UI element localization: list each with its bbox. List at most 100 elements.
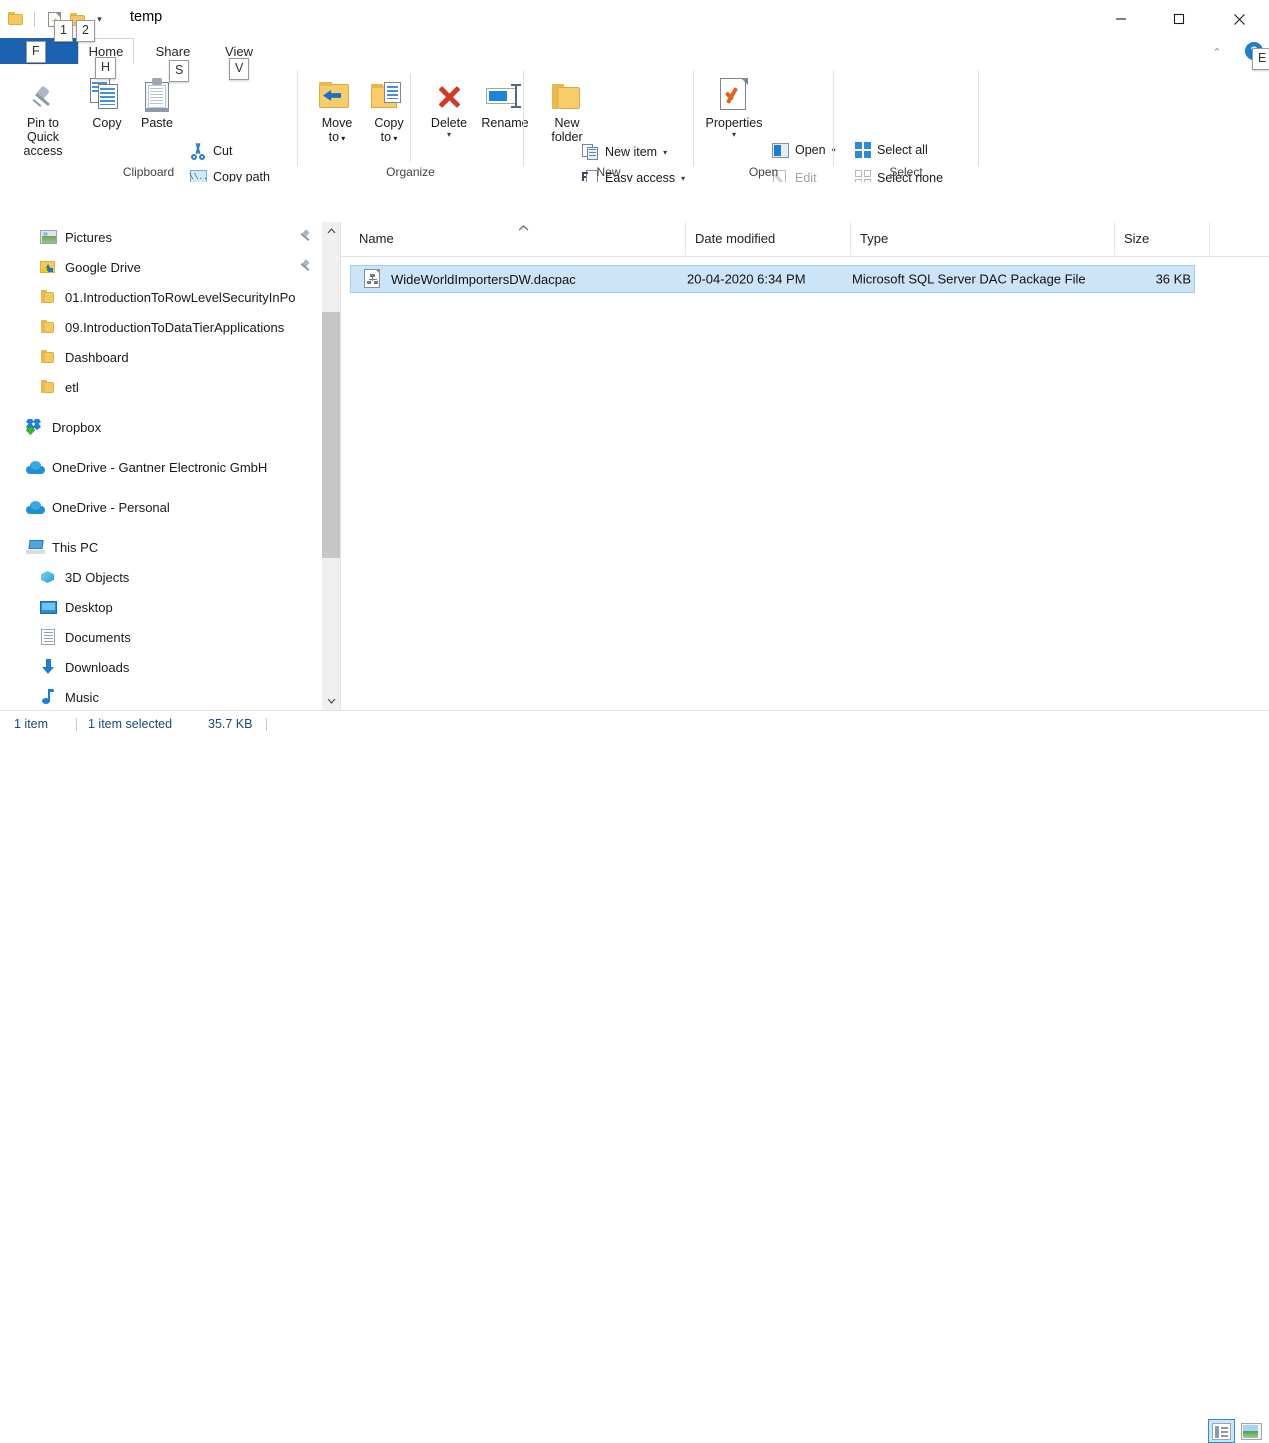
large-icons-view-button[interactable] bbox=[1238, 1419, 1265, 1443]
desktop-icon bbox=[38, 597, 58, 617]
new-item-button[interactable]: New item ▾ bbox=[582, 139, 667, 165]
sidebar-item-desktop[interactable]: Desktop bbox=[0, 592, 322, 622]
file-explorer-window: ▾ temp 1 2 Home Share View ⌃ ? F H S V E bbox=[0, 0, 1269, 1443]
close-button[interactable] bbox=[1216, 0, 1262, 38]
group-label-new: New bbox=[596, 165, 621, 179]
new-folder-button[interactable]: New folder bbox=[536, 72, 598, 144]
keytip-qat-1: 1 bbox=[54, 20, 73, 42]
maximize-button[interactable] bbox=[1156, 0, 1202, 38]
ribbon-group-open: Properties ▾ Open ▾ Edit History Open bbox=[694, 64, 836, 213]
column-header-size[interactable]: Size bbox=[1115, 222, 1210, 255]
scissors-icon bbox=[190, 143, 207, 160]
scroll-up-icon[interactable] bbox=[322, 222, 340, 240]
sidebar-item-pictures[interactable]: Pictures bbox=[0, 222, 322, 252]
copy-label: Copy bbox=[92, 116, 122, 130]
minimize-button[interactable] bbox=[1098, 0, 1144, 38]
sidebar-label-onedrive-business: OneDrive - Gantner Electronic GmbH bbox=[52, 459, 268, 475]
copy-to-label-line1: Copy bbox=[374, 116, 404, 130]
onedrive-icon bbox=[25, 457, 45, 477]
group-label-select: Select bbox=[889, 165, 923, 179]
sidebar-item-dropbox[interactable]: Dropbox bbox=[0, 412, 322, 442]
group-divider-5 bbox=[978, 70, 979, 166]
new-folder-label-line1: New bbox=[554, 116, 580, 130]
status-separator-2 bbox=[266, 718, 267, 731]
column-header-row: Name Date modified Type Size bbox=[341, 222, 1269, 257]
sidebar-item-intro-rls[interactable]: 01.IntroductionToRowLevelSecurityInPo bbox=[0, 282, 322, 312]
pin-label-line2: access bbox=[23, 144, 63, 158]
file-date-modified: 20-04-2020 6:34 PM bbox=[687, 271, 806, 287]
select-all-button[interactable]: Select all bbox=[854, 137, 928, 163]
new-item-label: New item bbox=[605, 145, 658, 159]
dropbox-icon bbox=[25, 417, 45, 437]
status-separator-1 bbox=[76, 718, 77, 731]
table-row[interactable]: WideWorldImportersDW.dacpac 20-04-2020 6… bbox=[350, 265, 1195, 293]
navigation-pane[interactable]: Pictures Google Drive 01.IntroductionToR… bbox=[0, 222, 322, 710]
sidebar-item-onedrive-personal[interactable]: OneDrive - Personal bbox=[0, 492, 322, 522]
properties-icon bbox=[717, 72, 751, 112]
copy-to-label-line2: to bbox=[380, 130, 392, 144]
keytip-view-tab: V bbox=[229, 58, 250, 80]
status-selection-size: 35.7 KB bbox=[208, 717, 253, 731]
ribbon-group-select: Select all Select none Invert selection … bbox=[834, 64, 978, 213]
open-button[interactable]: Open ▾ bbox=[772, 137, 836, 163]
pin-label-line1: Pin to Quick bbox=[27, 116, 59, 144]
new-item-caret[interactable]: ▾ bbox=[663, 148, 667, 157]
address-bar-row: › This PC › Local Disk (C:) › temp Searc… bbox=[0, 182, 1269, 396]
open-label: Open bbox=[795, 143, 826, 157]
properties-label: Properties bbox=[705, 116, 763, 130]
open-icon bbox=[772, 142, 789, 159]
sidebar-label-intro-dta: 09.IntroductionToDataTierApplications bbox=[65, 319, 285, 335]
sidebar-item-onedrive-business[interactable]: OneDrive - Gantner Electronic GmbH bbox=[0, 452, 322, 482]
properties-button[interactable]: Properties ▾ bbox=[699, 72, 769, 139]
delete-button[interactable]: Delete ▾ bbox=[418, 72, 480, 139]
sidebar-label-this-pc: This PC bbox=[52, 539, 99, 555]
sidebar-label-intro-rls: 01.IntroductionToRowLevelSecurityInPo bbox=[65, 289, 296, 305]
sidebar-item-3d-objects[interactable]: 3D Objects bbox=[0, 562, 322, 592]
sidebar-label-3d-objects: 3D Objects bbox=[65, 569, 130, 585]
explorer-app-icon bbox=[8, 11, 25, 28]
rename-icon bbox=[486, 72, 524, 112]
sidebar-label-documents: Documents bbox=[65, 629, 131, 645]
this-pc-icon bbox=[25, 537, 45, 557]
delete-caret[interactable]: ▾ bbox=[447, 131, 451, 139]
sidebar-label-music: Music bbox=[65, 689, 99, 705]
pictures-icon bbox=[38, 227, 58, 247]
dacpac-file-icon bbox=[364, 269, 382, 289]
sidebar-item-documents[interactable]: Documents bbox=[0, 622, 322, 652]
column-header-date-modified[interactable]: Date modified bbox=[686, 222, 851, 255]
select-all-icon bbox=[854, 142, 871, 159]
pin-indicator-icon bbox=[299, 230, 312, 243]
group-label-clipboard: Clipboard bbox=[122, 165, 175, 179]
file-list-view[interactable]: Name Date modified Type Size WideWorldIm… bbox=[341, 222, 1269, 710]
pin-to-quick-access-button[interactable]: Pin to Quick access bbox=[12, 72, 74, 158]
navigation-pane-scrollbar[interactable] bbox=[322, 222, 340, 710]
music-icon bbox=[38, 687, 58, 707]
keytip-qat-2: 2 bbox=[76, 20, 95, 42]
cut-label: Cut bbox=[213, 144, 233, 158]
sidebar-item-downloads[interactable]: Downloads bbox=[0, 652, 322, 682]
scroll-down-icon[interactable] bbox=[322, 692, 340, 710]
move-to-label-line2: to bbox=[328, 130, 340, 144]
sidebar-item-google-drive[interactable]: Google Drive bbox=[0, 252, 322, 282]
pin-indicator-icon bbox=[299, 260, 312, 273]
column-header-name[interactable]: Name bbox=[350, 222, 686, 255]
3d-objects-icon bbox=[38, 567, 58, 587]
organize-inner-divider bbox=[410, 74, 411, 162]
properties-caret[interactable]: ▾ bbox=[732, 131, 736, 139]
cut-button[interactable]: Cut bbox=[190, 138, 232, 164]
new-item-icon bbox=[582, 143, 599, 161]
sidebar-label-downloads: Downloads bbox=[65, 659, 130, 675]
select-all-label: Select all bbox=[877, 143, 928, 157]
window-title: temp bbox=[130, 9, 163, 25]
collapse-ribbon-button[interactable]: ⌃ bbox=[1207, 44, 1227, 60]
details-view-button[interactable] bbox=[1208, 1419, 1235, 1443]
column-header-type[interactable]: Type bbox=[851, 222, 1115, 255]
sidebar-item-music[interactable]: Music bbox=[0, 682, 322, 710]
folder-icon bbox=[38, 317, 58, 337]
scrollbar-thumb[interactable] bbox=[322, 312, 340, 558]
sidebar-item-this-pc[interactable]: This PC bbox=[0, 532, 322, 562]
sidebar-item-dashboard[interactable]: Dashboard bbox=[0, 342, 322, 372]
sidebar-item-intro-dta[interactable]: 09.IntroductionToDataTierApplications bbox=[0, 312, 322, 342]
ribbon-group-organize: Move to ▾ Copy to ▾ Delete ▾ Rename Orga… bbox=[298, 64, 529, 182]
sidebar-item-etl[interactable]: etl bbox=[0, 372, 322, 402]
